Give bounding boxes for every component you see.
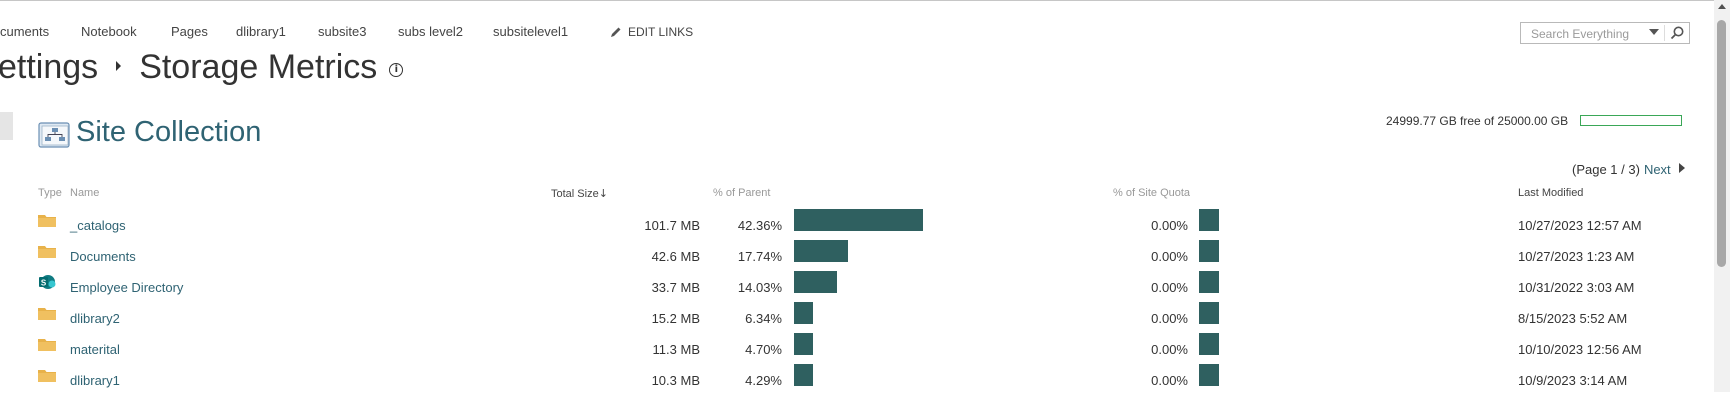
quota-progress-bar [1580, 115, 1682, 126]
pct-quota-bar [1199, 209, 1219, 231]
folder-icon [38, 370, 56, 382]
item-last-modified: 10/31/2022 3:03 AM [1518, 280, 1635, 295]
site-collection-icon [38, 122, 70, 148]
nav-link-subs-level2[interactable]: subs level2 [398, 24, 463, 39]
item-size: 33.7 MB [651, 280, 700, 295]
item-pct-parent: 4.70% [745, 342, 782, 357]
item-last-modified: 8/15/2023 5:52 AM [1518, 311, 1628, 326]
item-name-link[interactable]: Employee Directory [70, 280, 183, 295]
item-pct-parent: 4.29% [745, 373, 782, 388]
next-page-link[interactable]: Next [1644, 162, 1671, 177]
item-name-link[interactable]: dlibrary1 [70, 373, 120, 388]
nav-link-subsitelevel1[interactable]: subsitelevel1 [493, 24, 568, 39]
item-pct-parent: 14.03% [737, 280, 782, 295]
edit-links-label: EDIT LINKS [628, 25, 694, 39]
pct-quota-bar [1199, 333, 1219, 355]
item-name-link[interactable]: materital [70, 342, 120, 357]
item-size: 11.3 MB [652, 342, 700, 357]
table-row: materital 11.3 MB 4.70% 0.00% 10/10/2023 12:… [0, 333, 1716, 373]
edit-links-button[interactable]: EDIT LINKS [610, 25, 693, 39]
folder-icon [38, 215, 56, 227]
total-size-label: Total Size [551, 188, 599, 200]
table-row: S Employee Directory 33.7 MB 14.03% 0.00% 10/… [0, 271, 1716, 311]
folder-icon [38, 339, 56, 351]
item-pct-parent: 17.74% [737, 249, 782, 264]
item-size: 15.2 MB [651, 311, 700, 326]
pct-parent-bar [794, 364, 813, 386]
search-scope-dropdown-icon[interactable] [1649, 29, 1659, 35]
col-header-type[interactable]: Type [38, 187, 62, 199]
col-header-total-size[interactable]: Total Size↓ [551, 187, 608, 200]
item-size: 10.3 MB [651, 373, 700, 388]
col-header-pct-quota[interactable]: % of Site Quota [1113, 187, 1190, 199]
pct-parent-bar [794, 209, 923, 231]
breadcrumb-separator-icon [116, 61, 122, 72]
col-header-last-modified[interactable]: Last Modified [1518, 187, 1583, 199]
breadcrumb-current: Storage Metrics [139, 48, 378, 86]
item-pct-parent: 6.34% [745, 311, 782, 326]
table-row: dlibrary2 15.2 MB 6.34% 0.00% 8/15/2023 5:52… [0, 302, 1716, 342]
item-pct-quota: 0.00% [1151, 218, 1188, 233]
item-last-modified: 10/27/2023 1:23 AM [1518, 249, 1635, 264]
svg-text:S: S [41, 279, 47, 288]
pencil-icon [611, 27, 621, 37]
pct-parent-bar [794, 240, 848, 262]
search-divider [1664, 25, 1665, 41]
sort-descending-icon: ↓ [598, 187, 608, 200]
col-header-name[interactable]: Name [70, 187, 99, 199]
item-pct-quota: 0.00% [1151, 373, 1188, 388]
search-icon[interactable] [1669, 25, 1685, 41]
vertical-scrollbar[interactable] [1714, 0, 1730, 392]
nav-link-pages[interactable]: Pages [171, 24, 208, 39]
scrollbar-thumb[interactable] [1717, 20, 1726, 267]
next-arrow-icon[interactable] [1678, 163, 1685, 173]
folder-icon [38, 246, 56, 258]
section-title: Site Collection [76, 116, 262, 148]
pct-parent-bar [794, 302, 813, 324]
pct-quota-bar [1199, 302, 1219, 324]
item-size: 101.7 MB [644, 218, 700, 233]
info-icon[interactable]: i [389, 63, 404, 77]
table-row: _catalogs 101.7 MB 42.36% 0.00% 10/27/2023 1… [0, 209, 1716, 249]
item-last-modified: 10/10/2023 12:56 AM [1518, 342, 1642, 357]
left-panel-edge [0, 112, 13, 140]
pct-parent-bar [794, 271, 837, 293]
pager-text: (Page 1 / 3) [1572, 162, 1640, 177]
nav-link-documents[interactable]: cuments [0, 24, 49, 39]
item-name-link[interactable]: dlibrary2 [70, 311, 120, 326]
item-pct-quota: 0.00% [1151, 311, 1188, 326]
pager: (Page 1 / 3) Next [1572, 162, 1685, 177]
col-header-pct-parent[interactable]: % of Parent [713, 187, 770, 199]
folder-icon [38, 308, 56, 320]
item-last-modified: 10/9/2023 3:14 AM [1518, 373, 1628, 388]
pct-quota-bar [1199, 364, 1219, 386]
sharepoint-icon: S [39, 275, 56, 289]
breadcrumb-parent[interactable]: ettings [0, 48, 98, 86]
pct-quota-bar [1199, 240, 1219, 262]
pct-quota-bar [1199, 271, 1219, 293]
nav-link-subsite3[interactable]: subsite3 [318, 24, 366, 39]
page-title: ettings Storage Metrics i [0, 48, 404, 87]
item-pct-quota: 0.00% [1151, 249, 1188, 264]
top-border [0, 0, 1716, 1]
quota-text: 24999.77 GB free of 25000.00 GB [1386, 114, 1569, 128]
pct-parent-bar [794, 333, 813, 355]
table-row: dlibrary1 10.3 MB 4.29% 0.00% 10/9/2023 3:14… [0, 364, 1716, 404]
nav-link-dlibrary1[interactable]: dlibrary1 [236, 24, 286, 39]
search-input[interactable] [1529, 24, 1653, 44]
item-pct-parent: 42.36% [737, 218, 782, 233]
table-row: Documents 42.6 MB 17.74% 0.00% 10/27/2023 1:… [0, 240, 1716, 280]
item-pct-quota: 0.00% [1151, 342, 1188, 357]
nav-link-notebook[interactable]: Notebook [81, 24, 137, 39]
search-box [1520, 22, 1690, 44]
scroll-up-icon[interactable] [1718, 4, 1726, 9]
item-name-link[interactable]: Documents [70, 249, 136, 264]
item-pct-quota: 0.00% [1151, 280, 1188, 295]
item-size: 42.6 MB [651, 249, 700, 264]
item-name-link[interactable]: _catalogs [70, 218, 126, 233]
item-last-modified: 10/27/2023 12:57 AM [1518, 218, 1642, 233]
